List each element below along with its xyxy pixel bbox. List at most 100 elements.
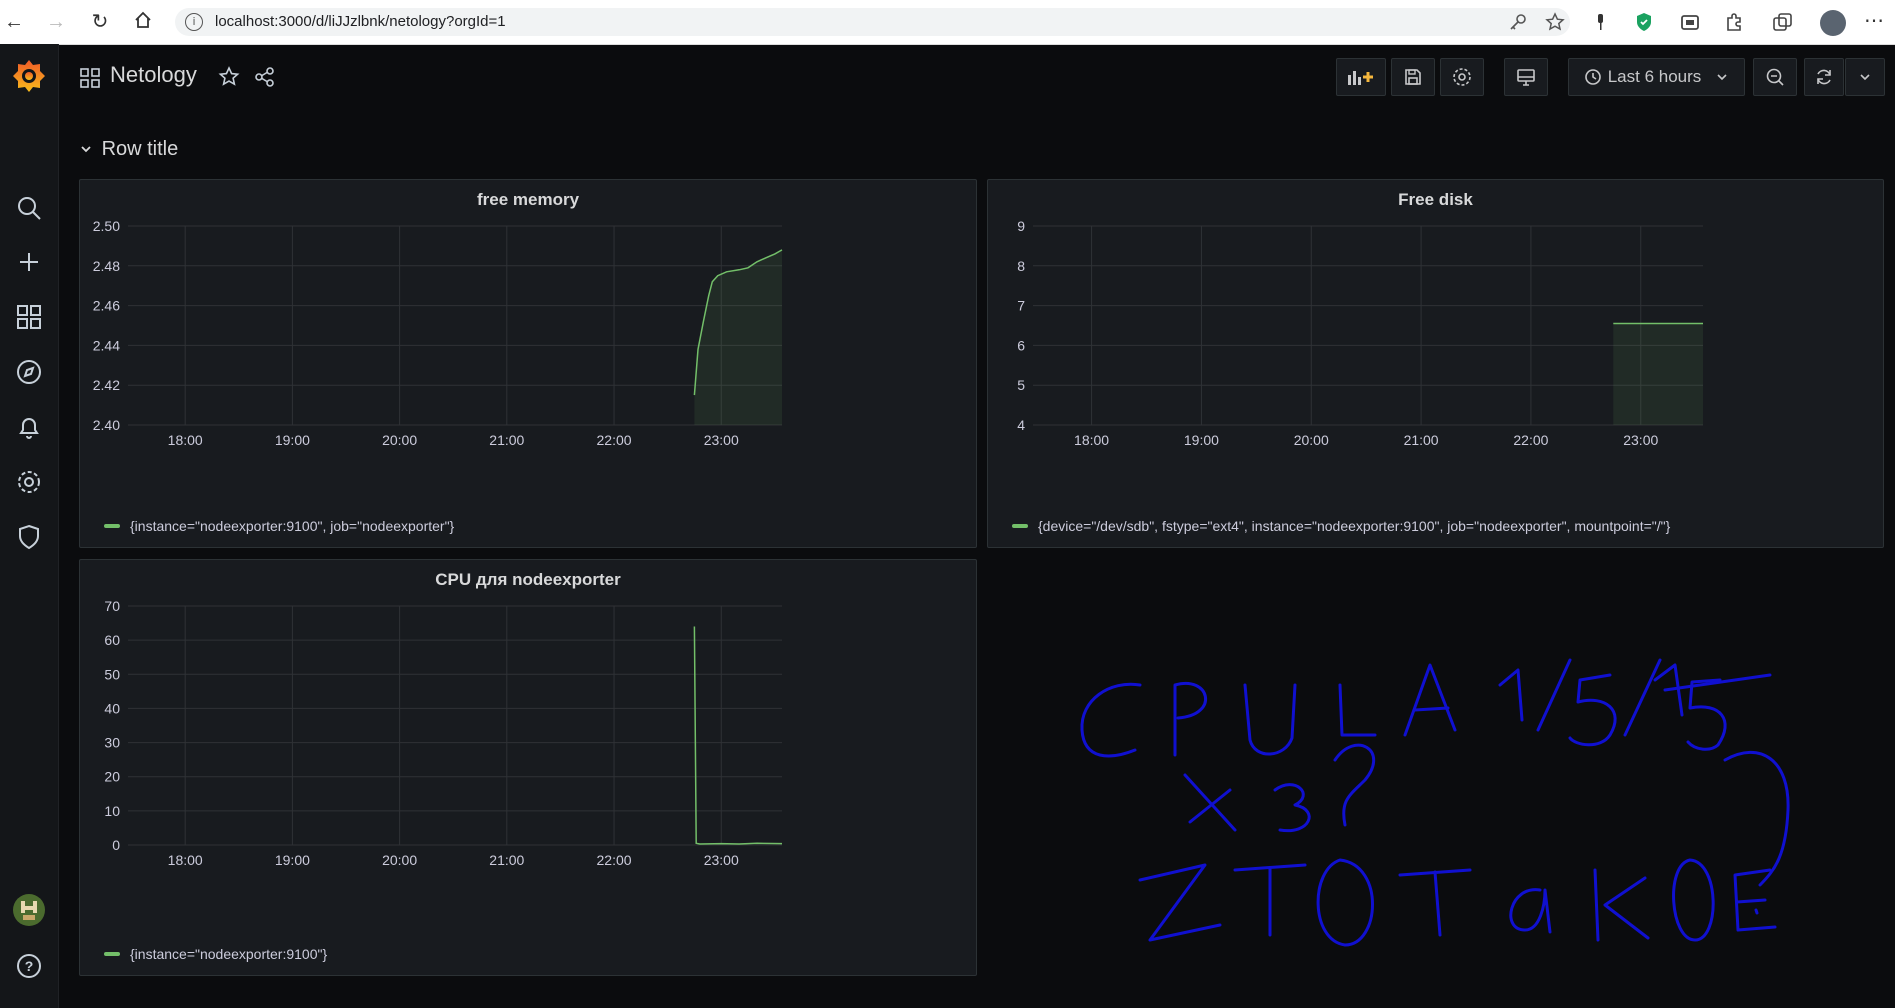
y-tick-label: 50 xyxy=(104,666,120,682)
puzzle-icon[interactable] xyxy=(1724,12,1744,32)
legend-color-swatch xyxy=(104,952,120,956)
dashboards-icon[interactable] xyxy=(9,297,49,337)
reload-icon[interactable]: ↻ xyxy=(88,10,112,34)
favorite-star-icon[interactable] xyxy=(218,66,240,93)
y-tick-label: 2.50 xyxy=(93,218,120,234)
legend-color-swatch xyxy=(104,524,120,528)
legend-item[interactable]: {instance="nodeexporter:9100", job="node… xyxy=(104,518,454,534)
refresh-button[interactable] xyxy=(1804,58,1844,96)
configuration-gear-icon[interactable] xyxy=(9,462,49,502)
x-tick-label: 23:00 xyxy=(704,432,739,448)
x-tick-label: 23:00 xyxy=(704,852,739,868)
monitor-icon xyxy=(1517,69,1535,86)
y-tick-label: 2.46 xyxy=(93,298,120,314)
time-range-label: Last 6 hours xyxy=(1607,67,1702,86)
x-tick-label: 22:00 xyxy=(597,852,632,868)
series-line xyxy=(693,626,783,845)
x-tick-label: 22:00 xyxy=(1513,432,1548,448)
save-dashboard-button[interactable] xyxy=(1391,58,1435,96)
add-panel-button[interactable] xyxy=(1336,58,1386,96)
y-tick-label: 60 xyxy=(104,632,120,648)
x-tick-label: 18:00 xyxy=(1074,432,1109,448)
panel-cpu[interactable]: CPU для nodeexporter 0 10 20 30 40 50 60 70 18:0… xyxy=(79,559,977,976)
y-tick-label: 20 xyxy=(104,769,120,785)
user-avatar[interactable] xyxy=(9,890,49,930)
zoom-out-icon xyxy=(1766,68,1784,86)
y-tick-label: 40 xyxy=(104,700,120,716)
x-tick-label: 20:00 xyxy=(1294,432,1329,448)
share-icon[interactable] xyxy=(254,66,276,93)
legend-item[interactable]: {device="/dev/sdb", fstype="ext4", insta… xyxy=(1012,518,1670,534)
y-tick-label: 4 xyxy=(1017,417,1025,433)
back-icon[interactable]: ← xyxy=(2,10,26,34)
cycle-view-mode-button[interactable] xyxy=(1504,58,1548,96)
extension-box-icon[interactable] xyxy=(1680,12,1700,32)
chevron-down-icon xyxy=(1717,74,1727,81)
grafana-logo-icon[interactable] xyxy=(9,56,49,96)
explore-compass-icon[interactable] xyxy=(9,352,49,392)
y-tick-label: 9 xyxy=(1017,218,1025,234)
x-tick-label: 20:00 xyxy=(382,852,417,868)
y-tick-label: 2.42 xyxy=(93,377,120,393)
dashboard-grid-icon xyxy=(80,68,100,93)
y-tick-label: 30 xyxy=(104,735,120,751)
x-tick-label: 23:00 xyxy=(1623,432,1658,448)
create-plus-icon[interactable] xyxy=(9,242,49,282)
y-tick-label: 6 xyxy=(1017,337,1025,353)
free-memory-chart: 2.40 2.42 2.44 2.46 2.48 2.50 18:00 19:00 20:00 2… xyxy=(93,218,783,448)
dashboard-title[interactable]: Netology xyxy=(110,62,197,88)
more-menu-icon[interactable]: ⋯ xyxy=(1864,8,1884,32)
legend-label: {instance="nodeexporter:9100", job="node… xyxy=(130,518,455,534)
y-tick-label: 2.40 xyxy=(93,417,120,433)
home-icon[interactable] xyxy=(131,10,155,34)
y-tick-label: 8 xyxy=(1017,258,1025,274)
free-disk-chart: 4 5 6 7 8 9 18:00 19:00 20:00 21:00 22:00 23:00 xyxy=(1017,218,1703,448)
x-tick-label: 18:00 xyxy=(168,852,203,868)
help-icon[interactable]: ? xyxy=(9,946,49,986)
x-tick-label: 19:00 xyxy=(275,852,310,868)
sidemenu: ? xyxy=(0,44,59,1008)
handwritten-annotation xyxy=(1080,658,1790,947)
refresh-interval-dropdown[interactable] xyxy=(1845,58,1885,96)
settings-gear-icon xyxy=(1453,68,1471,86)
y-tick-label: 10 xyxy=(104,803,120,819)
x-tick-label: 20:00 xyxy=(382,432,417,448)
key-icon[interactable] xyxy=(1508,12,1528,32)
refresh-icon xyxy=(1817,69,1831,85)
legend-color-swatch xyxy=(1012,524,1028,528)
y-tick-label: 2.44 xyxy=(93,337,120,353)
panel-free-memory[interactable]: free memory 2.40 2.42 2.44 2.46 2.48 2.50 18:0… xyxy=(79,179,977,548)
address-bar[interactable]: i localhost:3000/d/liJJzlbnk/netology?or… xyxy=(175,8,1570,36)
y-tick-label: 70 xyxy=(104,598,120,614)
panel-free-disk[interactable]: Free disk 4 5 6 7 8 9 18:00 19:00 20:00 21:00 22:0… xyxy=(987,179,1884,548)
legend-item[interactable]: {instance="nodeexporter:9100"} xyxy=(104,946,327,962)
x-tick-label: 21:00 xyxy=(489,432,524,448)
forward-icon[interactable]: → xyxy=(44,10,68,34)
row-title: Row title xyxy=(101,138,179,160)
y-tick-label: 5 xyxy=(1017,377,1025,393)
row-header[interactable]: Row title xyxy=(80,138,178,161)
collections-icon[interactable] xyxy=(1772,12,1792,32)
star-add-icon[interactable] xyxy=(1545,12,1565,32)
pin-icon[interactable] xyxy=(1590,12,1610,32)
row-collapse-chevron-icon xyxy=(81,146,91,153)
x-tick-label: 21:00 xyxy=(1404,432,1439,448)
zoom-out-button[interactable] xyxy=(1753,58,1797,96)
profile-avatar[interactable] xyxy=(1820,10,1846,36)
x-tick-label: 19:00 xyxy=(275,432,310,448)
x-tick-label: 22:00 xyxy=(597,432,632,448)
browser-toolbar: ← → ↻ i localhost:3000/d/liJJzlbnk/netol… xyxy=(0,0,1895,45)
alerting-bell-icon[interactable] xyxy=(9,407,49,447)
dashboard-settings-button[interactable] xyxy=(1440,58,1484,96)
y-tick-label: 0 xyxy=(112,837,120,853)
legend-label: {instance="nodeexporter:9100"} xyxy=(130,946,328,962)
server-admin-shield-icon[interactable] xyxy=(9,517,49,557)
chevron-down-icon xyxy=(1860,74,1870,81)
legend-label: {device="/dev/sdb", fstype="ext4", insta… xyxy=(1038,518,1671,534)
shield-extension-icon[interactable] xyxy=(1634,12,1654,32)
time-range-picker[interactable]: Last 6 hours xyxy=(1568,58,1745,96)
site-info-icon[interactable]: i xyxy=(185,13,203,31)
dashboard-navbar: Netology Last 6 hours xyxy=(58,44,1895,108)
search-icon[interactable] xyxy=(9,188,49,228)
x-tick-label: 21:00 xyxy=(489,852,524,868)
